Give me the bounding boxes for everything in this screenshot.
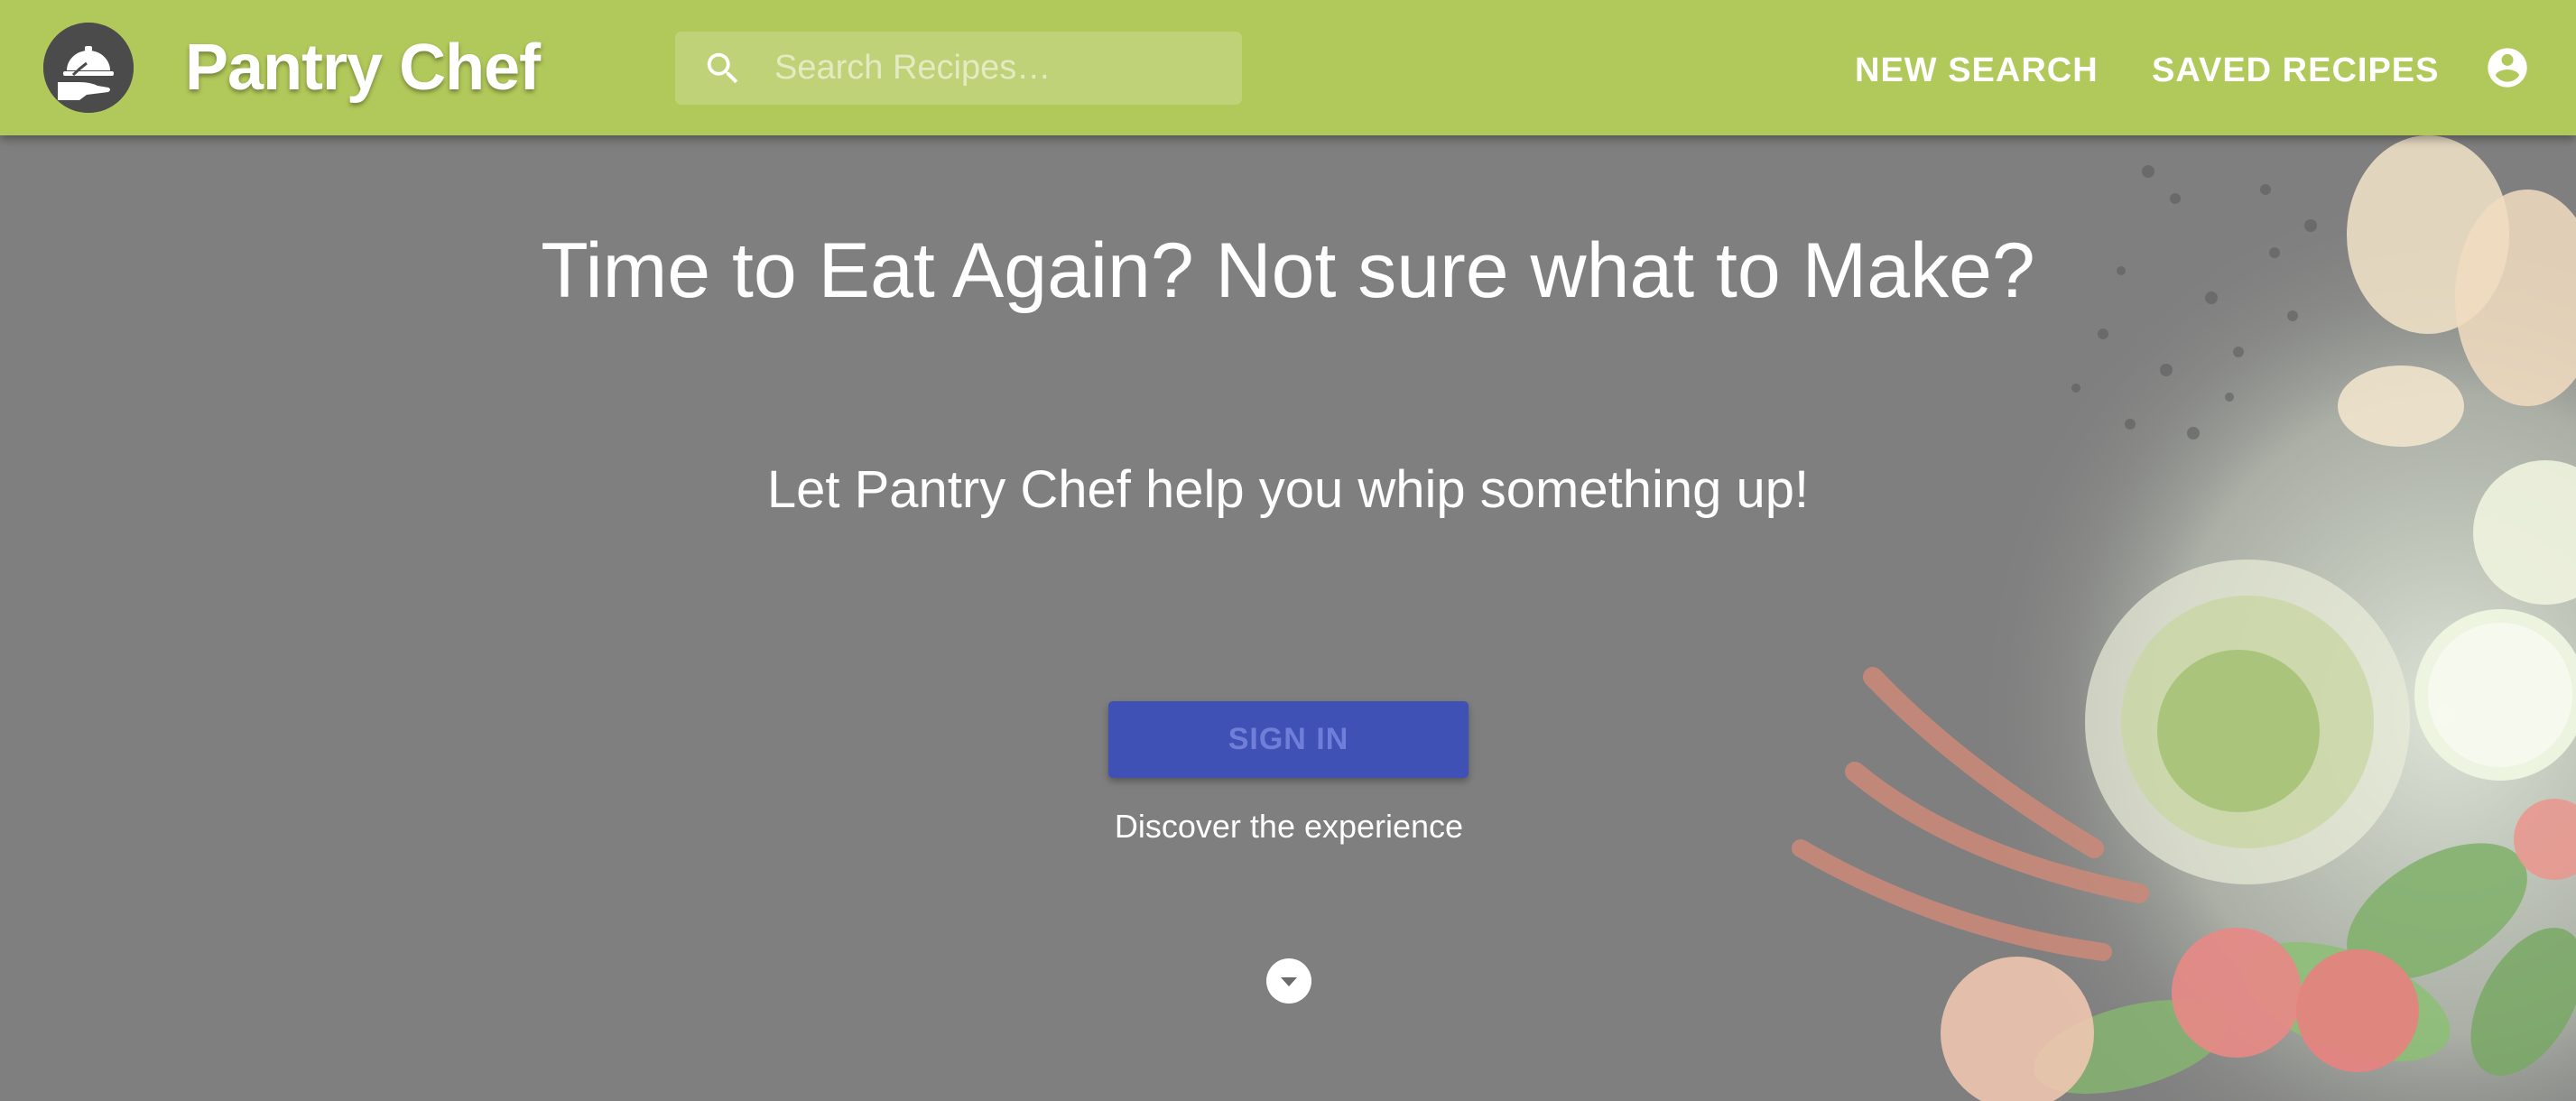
search-box[interactable] <box>675 32 1242 105</box>
hero-subheadline: Let Pantry Chef help you whip something … <box>766 460 1810 519</box>
saved-recipes-link[interactable]: SAVED RECIPES <box>2152 45 2439 96</box>
chevron-down-circle-icon[interactable] <box>1266 958 1311 1004</box>
discover-text: Discover the experience <box>1114 808 1464 845</box>
search-input[interactable] <box>774 32 1226 105</box>
hero-section: Time to Eat Again? Not sure what to Make… <box>0 135 2576 1101</box>
account-circle-icon[interactable] <box>2484 44 2531 91</box>
hero-headline: Time to Eat Again? Not sure what to Make… <box>541 227 2035 314</box>
app-title[interactable]: Pantry Chef <box>185 27 541 108</box>
search-icon <box>707 52 738 84</box>
hero-caption: Discover the experience <box>0 803 2576 850</box>
sign-in-button[interactable]: SIGN IN <box>1108 701 1469 778</box>
new-search-link[interactable]: NEW SEARCH <box>1855 45 2099 96</box>
cloche-hand-icon[interactable] <box>43 23 134 113</box>
app-bar: Pantry Chef NEW SEARCH SAVED RECIPES <box>0 0 2576 135</box>
